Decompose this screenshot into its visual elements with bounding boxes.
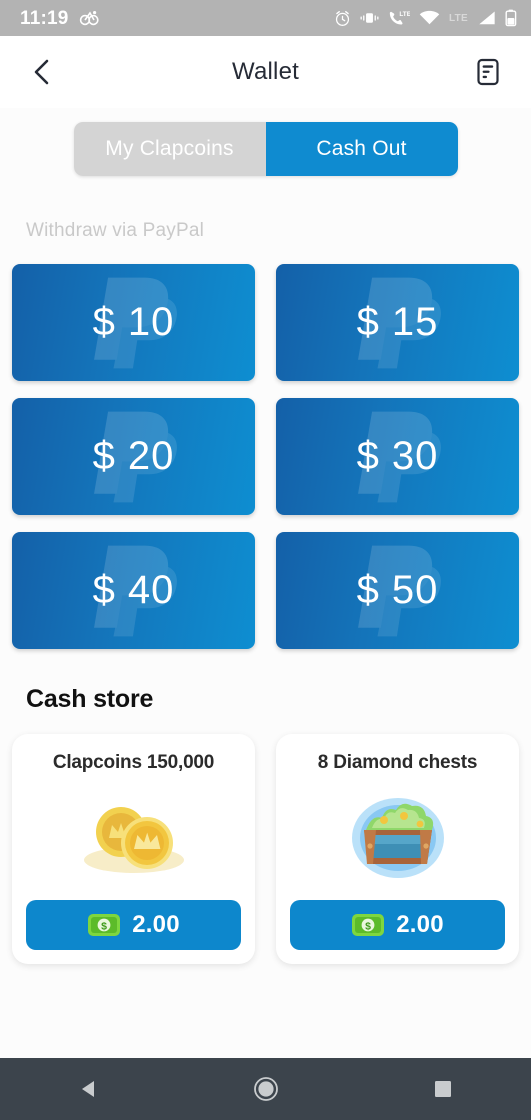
amount-label: $ 30 [356, 434, 439, 478]
signal-bars-icon [477, 10, 496, 26]
notification-icon [79, 10, 99, 26]
store-item-price: 2.00 [396, 911, 444, 938]
app-header: Wallet [0, 36, 531, 108]
amount-label: $ 50 [356, 568, 439, 612]
withdraw-amount-grid: $ 10 $ 15 $ 20 $ 30 $ 40 $ 50 [12, 264, 519, 649]
wifi-icon [419, 10, 440, 26]
store-item-art [290, 774, 505, 900]
amount-option[interactable]: $ 20 [12, 398, 255, 515]
store-item-art [26, 774, 241, 900]
store-item-name: Clapcoins 150,000 [52, 752, 215, 773]
battery-icon [505, 9, 517, 27]
status-bar-right: LTE LTE [334, 9, 517, 27]
amount-label: $ 40 [92, 568, 175, 612]
amount-option[interactable]: $ 50 [276, 532, 519, 649]
status-bar: 11:19 LTE LTE [0, 0, 531, 36]
amount-label: $ 20 [92, 434, 175, 478]
store-item-card[interactable]: Clapcoins 150,000 $ 2.00 [12, 734, 255, 964]
svg-text:$: $ [365, 920, 371, 932]
store-item-price: 2.00 [132, 911, 180, 938]
page-title: Wallet [232, 58, 299, 85]
nav-back-icon[interactable] [59, 1069, 119, 1109]
vibrate-icon [360, 10, 379, 26]
gold-coins-icon [83, 807, 184, 873]
back-chevron-icon[interactable] [26, 55, 60, 89]
store-item-price-button[interactable]: $ 2.00 [26, 900, 241, 950]
amount-option[interactable]: $ 15 [276, 264, 519, 381]
wallet-tab-bar: My Clapcoins Cash Out [73, 122, 458, 176]
nav-home-icon[interactable] [236, 1069, 296, 1109]
amount-option[interactable]: $ 40 [12, 532, 255, 649]
money-bill-icon: $ [352, 914, 385, 936]
android-nav-bar [0, 1058, 531, 1120]
money-bill-icon: $ [88, 914, 121, 936]
svg-text:$: $ [101, 920, 107, 932]
cash-store-grid: Clapcoins 150,000 $ 2.00 8 Diamond chest… [12, 734, 519, 964]
nav-recents-icon[interactable] [413, 1069, 473, 1109]
status-bar-clock: 11:19 [20, 7, 69, 29]
cash-store-heading: Cash store [26, 685, 154, 713]
amount-label: $ 10 [92, 300, 175, 344]
tab-my-clapcoins[interactable]: My Clapcoins [73, 122, 266, 176]
tab-cash-out[interactable]: Cash Out [265, 122, 458, 176]
alarm-icon [334, 10, 351, 27]
phone-screen: 11:19 LTE LTE Wallet My Clapcoins Cash O… [0, 0, 531, 1120]
amount-option[interactable]: $ 30 [276, 398, 519, 515]
document-list-icon[interactable] [471, 55, 505, 89]
treasure-chest-icon [351, 798, 444, 878]
withdraw-subtitle: Withdraw via PayPal [26, 220, 205, 241]
store-item-price-button[interactable]: $ 2.00 [290, 900, 505, 950]
amount-option[interactable]: $ 10 [12, 264, 255, 381]
store-item-card[interactable]: 8 Diamond chests $ 2.00 [276, 734, 519, 964]
status-bar-left: 11:19 [20, 9, 99, 28]
amount-label: $ 15 [356, 300, 439, 344]
svg-text:LTE: LTE [399, 11, 410, 18]
wallet-content: My Clapcoins Cash Out Withdraw via PayPa… [0, 108, 531, 1058]
store-item-name: 8 Diamond chests [317, 752, 478, 773]
lte-label: LTE [448, 12, 468, 24]
volte-call-icon: LTE [388, 10, 410, 27]
